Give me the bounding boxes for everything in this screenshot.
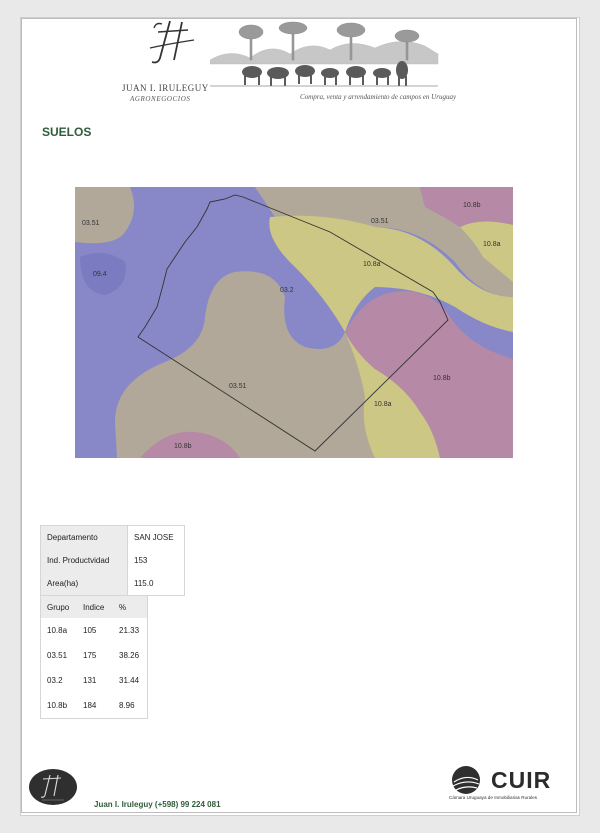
iruleguy-logo-icon bbox=[149, 20, 195, 64]
tagline: Compra, venta y arrendamiento de campos … bbox=[300, 93, 457, 101]
table-row: Area(ha) 115.0 bbox=[40, 572, 185, 596]
section-title: SUELOS bbox=[42, 125, 92, 139]
table-cell: 131 bbox=[77, 668, 113, 693]
map-label: 03.51 bbox=[229, 383, 247, 390]
info-value: 153 bbox=[127, 549, 185, 572]
table-cell: 38.26 bbox=[113, 643, 148, 668]
cuir-subtitle: Cámara Uruguaya de Inmobiliarias Rurales bbox=[449, 795, 538, 800]
map-label: 03.51 bbox=[82, 220, 100, 227]
table-row: 03.51 175 38.26 bbox=[40, 643, 148, 668]
table-row: Ind. Productvidad 153 bbox=[40, 549, 185, 572]
map-label: 10.8b bbox=[433, 375, 451, 382]
table-row: 10.8b 184 8.96 bbox=[40, 693, 148, 719]
table-cell: 8.96 bbox=[113, 693, 148, 719]
column-header: Grupo bbox=[40, 595, 77, 618]
table-cell: 184 bbox=[77, 693, 113, 719]
column-header: Indice bbox=[77, 595, 113, 618]
map-label: 03.51 bbox=[371, 218, 389, 225]
table-cell: 21.33 bbox=[113, 618, 148, 643]
info-value: 115.0 bbox=[127, 572, 185, 596]
info-label: Area(ha) bbox=[40, 572, 128, 596]
table-cell: 31.44 bbox=[113, 668, 148, 693]
footer-contact: Juan I. Iruleguy (+598) 99 224 081 bbox=[94, 800, 221, 809]
column-header: % bbox=[113, 595, 148, 618]
table-cell: 10.8a bbox=[40, 618, 77, 643]
table-row: 10.8a 105 21.33 bbox=[40, 618, 148, 643]
info-value: SAN JOSE bbox=[127, 525, 185, 549]
table-cell: 105 bbox=[77, 618, 113, 643]
map-label: 10.8b bbox=[463, 202, 481, 209]
map-label: 03.2 bbox=[280, 287, 294, 294]
table-row: 03.2 131 31.44 bbox=[40, 668, 148, 693]
footer-logo-icon bbox=[29, 769, 77, 805]
map-label: 10.8b bbox=[174, 443, 192, 450]
cattle-illustration bbox=[210, 21, 439, 87]
soil-group-table: Grupo Indice % 10.8a 105 21.33 03.51 175… bbox=[40, 595, 148, 719]
cuir-name: CUIR bbox=[491, 767, 552, 793]
brand-subtitle: AGRONEGOCIOS bbox=[130, 95, 191, 103]
map-label: 10.8a bbox=[483, 241, 501, 248]
brand-name: JUAN I. IRULEGUY bbox=[122, 83, 209, 93]
table-cell: 03.2 bbox=[40, 668, 77, 693]
info-label: Ind. Productvidad bbox=[40, 549, 128, 572]
info-label: Departamento bbox=[40, 525, 128, 549]
map-label: 10.8a bbox=[363, 261, 381, 268]
table-header-row: Grupo Indice % bbox=[40, 595, 148, 618]
property-info-table: Departamento SAN JOSE Ind. Productvidad … bbox=[40, 525, 185, 596]
table-cell: 175 bbox=[77, 643, 113, 668]
map-label: 09.4 bbox=[93, 271, 107, 278]
table-cell: 03.51 bbox=[40, 643, 77, 668]
table-row: Departamento SAN JOSE bbox=[40, 525, 185, 549]
map-label: 10.8a bbox=[374, 401, 392, 408]
soil-map: 10.8b 03.51 10.8a 03.51 09.4 10.8a 03.2 … bbox=[75, 187, 513, 458]
table-cell: 10.8b bbox=[40, 693, 77, 719]
